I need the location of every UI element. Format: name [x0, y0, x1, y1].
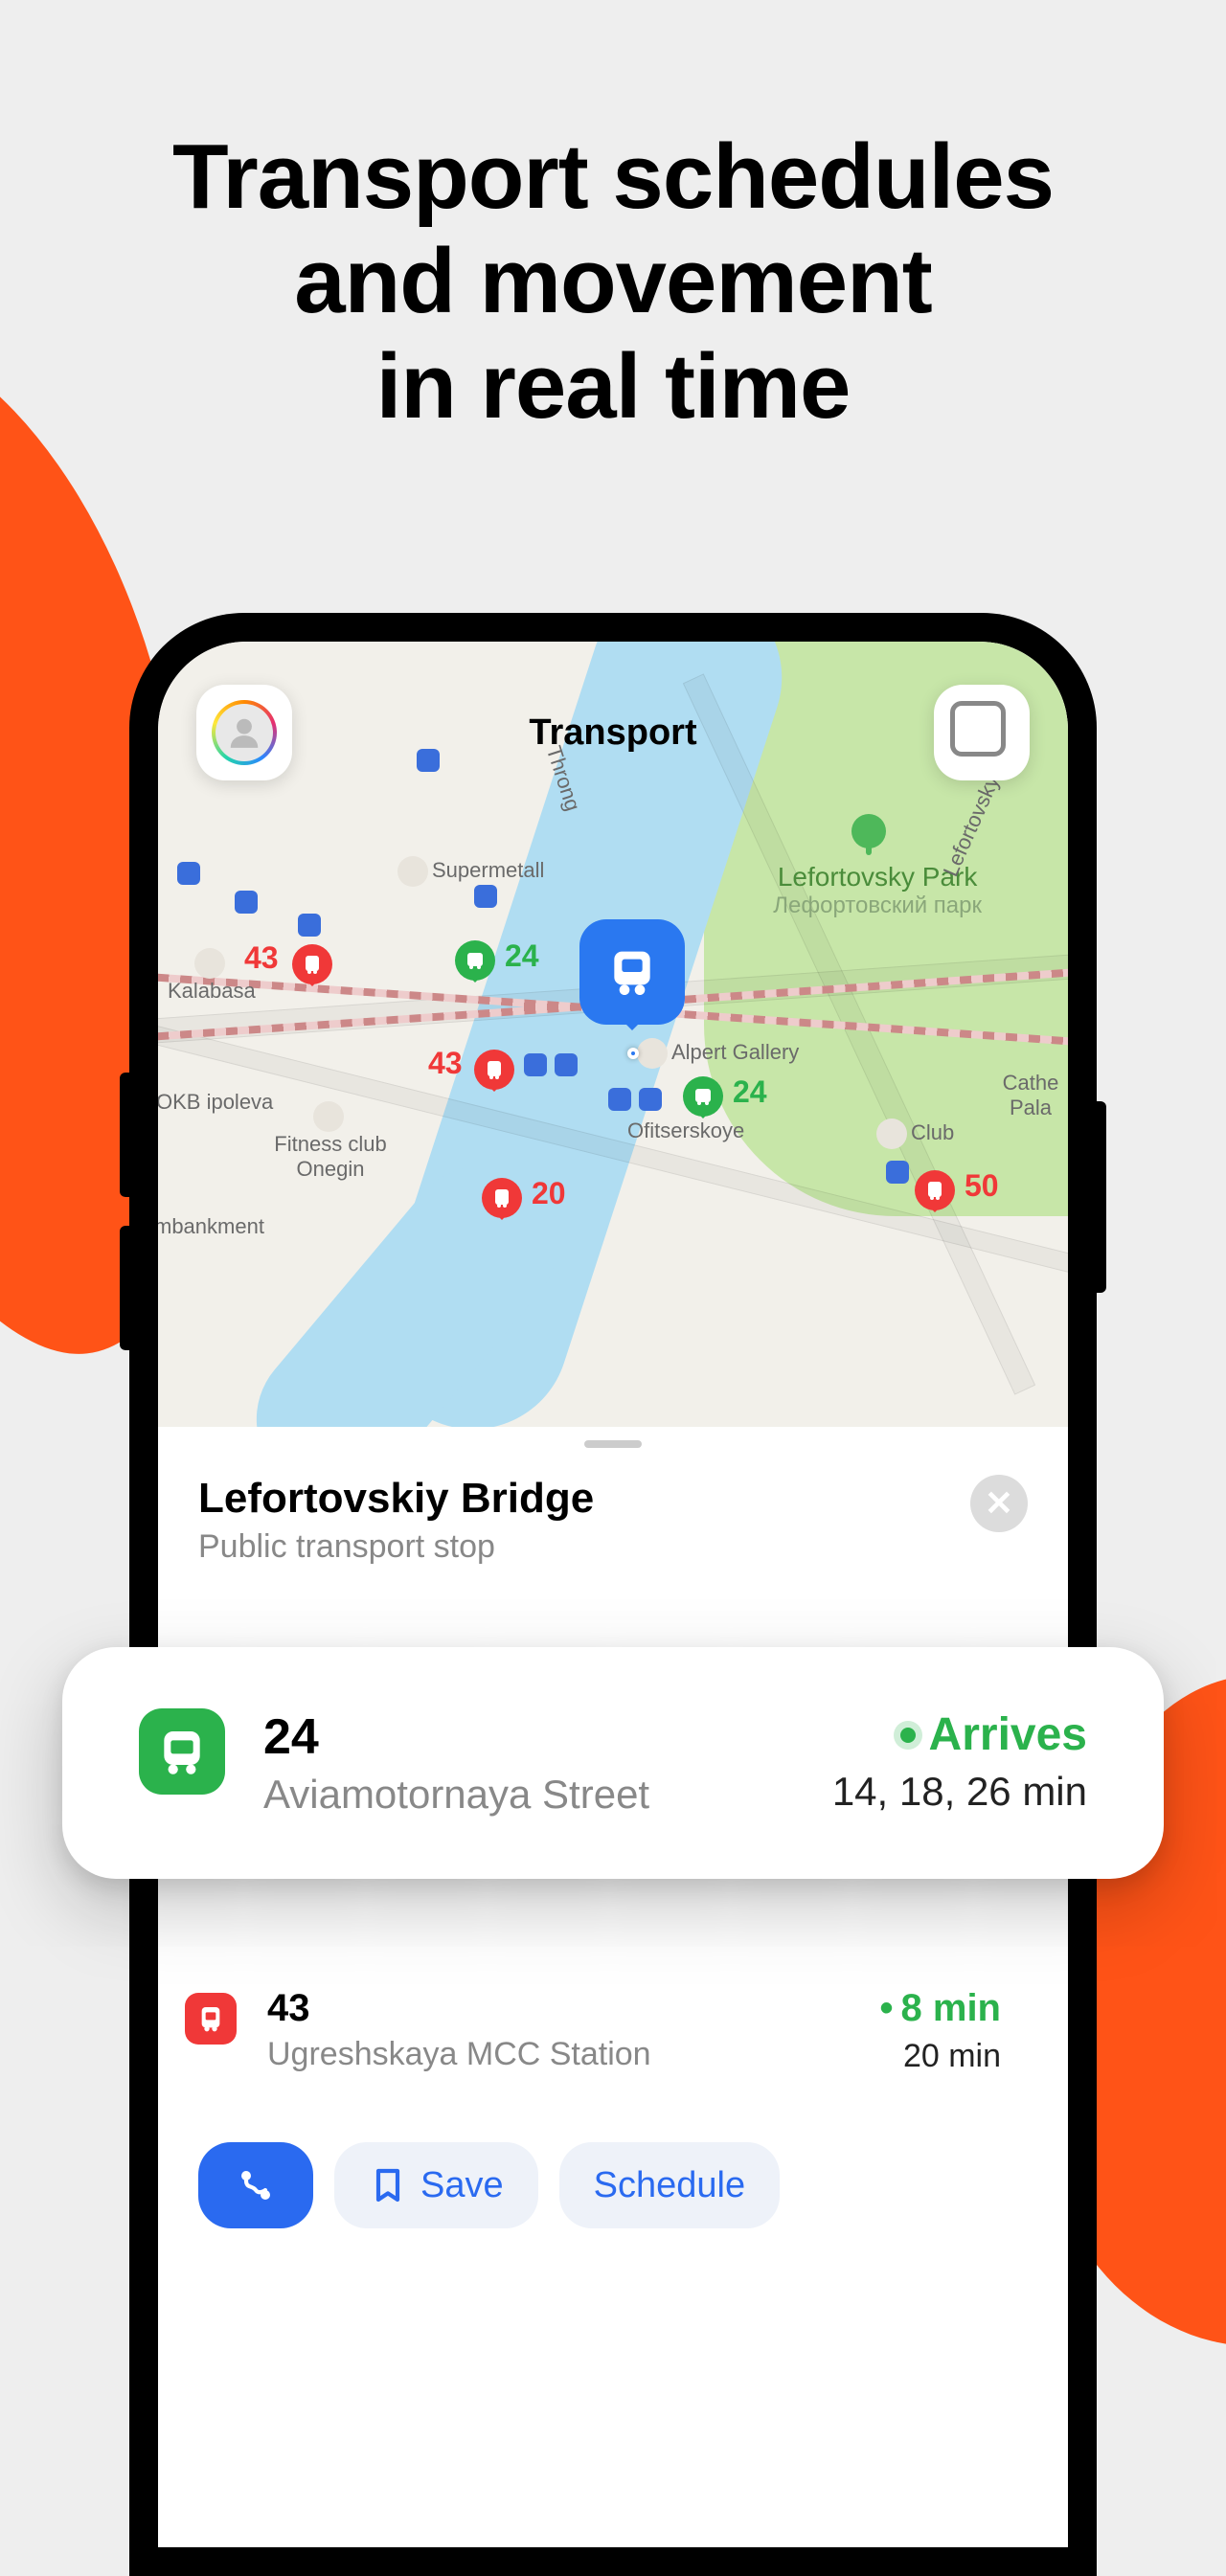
tram-stop-icon — [602, 941, 663, 1003]
selected-stop-marker[interactable] — [579, 919, 685, 1025]
phone-frame: Lefortovsky Park Лефортовский парк Super… — [129, 613, 1097, 2576]
avatar-ring — [212, 700, 277, 765]
bus-icon — [139, 1708, 225, 1795]
stop-icon[interactable] — [177, 862, 200, 885]
route-item-43[interactable]: 43 Ugreshskaya MCC Station •8 min 20 min — [158, 1949, 1068, 2113]
stop-subtitle: Public transport stop — [198, 1528, 594, 1566]
vehicle-label: 24 — [733, 1074, 767, 1110]
vehicle-label: 50 — [965, 1168, 999, 1204]
poi-embankment: mbankment — [158, 1214, 264, 1239]
park-name-ru: Лефортовский парк — [773, 893, 982, 919]
vehicle-label: 43 — [428, 1046, 463, 1081]
poi-supermetall: Supermetall — [397, 856, 544, 887]
stop-icon[interactable] — [555, 1053, 578, 1076]
vehicle-marker-tram-43[interactable] — [292, 944, 332, 984]
close-button[interactable]: ✕ — [970, 1475, 1028, 1532]
save-button[interactable]: Save — [334, 2142, 538, 2228]
stop-icon[interactable] — [524, 1053, 547, 1076]
map-header: Transport — [158, 685, 1068, 780]
poi-okb: OKB ipoleva — [158, 1090, 273, 1115]
stop-header: Lefortovskiy Bridge Public transport sto… — [158, 1427, 1068, 1585]
profile-button[interactable] — [196, 685, 292, 780]
arrives-label: Arrives — [929, 1708, 1087, 1761]
route-times: •8 min 20 min — [880, 1987, 1002, 2075]
vehicle-label: 20 — [532, 1176, 566, 1211]
route-next-time: 8 min — [901, 1987, 1001, 2029]
route-destination: Aviamotornaya Street — [263, 1772, 794, 1818]
route-number: 43 — [267, 1987, 850, 2030]
stop-icon[interactable] — [474, 885, 497, 908]
layers-button[interactable] — [934, 685, 1030, 780]
bottom-sheet: Lefortovskiy Bridge Public transport sto… — [158, 1427, 1068, 2547]
tram-icon — [185, 1993, 237, 2045]
park-tree-icon — [851, 814, 886, 848]
heading-line-1: Transport schedules — [0, 124, 1226, 229]
stop-icon[interactable] — [298, 914, 321, 937]
stop-icon[interactable] — [608, 1088, 631, 1111]
layers-icon — [959, 710, 1005, 756]
poi-cathe: Cathe Pala — [988, 1071, 1068, 1120]
volume-down-button — [120, 1226, 129, 1350]
save-label: Save — [420, 2165, 504, 2206]
stop-icon[interactable] — [886, 1161, 909, 1184]
route-icon — [237, 2166, 275, 2204]
route-destination: Ugreshskaya MCC Station — [267, 2036, 850, 2073]
schedule-button[interactable]: Schedule — [559, 2142, 780, 2228]
schedule-label: Schedule — [594, 2165, 745, 2206]
volume-up-button — [120, 1073, 129, 1197]
route-arrival-times: 14, 18, 26 min — [832, 1769, 1087, 1815]
stop-title: Lefortovskiy Bridge — [198, 1475, 594, 1523]
heading-line-2: and movement — [0, 229, 1226, 333]
stop-icon[interactable] — [235, 891, 258, 914]
vehicle-label: 43 — [244, 940, 279, 976]
bookmark-icon — [369, 2166, 407, 2204]
stop-icon[interactable] — [639, 1088, 662, 1111]
close-icon: ✕ — [985, 1483, 1013, 1524]
vehicle-marker-tram-43b[interactable] — [474, 1050, 514, 1090]
promo-heading: Transport schedules and movement in real… — [0, 124, 1226, 439]
vehicle-label: 24 — [505, 938, 539, 974]
drag-handle[interactable] — [584, 1440, 642, 1448]
vehicle-marker-bus-24[interactable] — [455, 940, 495, 981]
vehicle-marker-tram-50[interactable] — [915, 1170, 955, 1210]
heading-line-3: in real time — [0, 334, 1226, 439]
map-view[interactable]: Lefortovsky Park Лефортовский парк Super… — [158, 642, 1068, 1427]
poi-club: Club — [876, 1119, 954, 1149]
user-location-dot — [627, 1048, 639, 1059]
vehicle-marker-bus-24b[interactable] — [683, 1076, 723, 1117]
poi-fitness: Fitness club Onegin — [263, 1101, 397, 1182]
poi-kalabasa: Kalabasa — [168, 948, 256, 1004]
live-dot-icon — [900, 1728, 916, 1743]
power-button — [1097, 1101, 1106, 1293]
vehicle-marker-tram-20[interactable] — [482, 1178, 522, 1218]
route-later-time: 20 min — [880, 2038, 1002, 2075]
route-button[interactable] — [198, 2142, 313, 2228]
poi-alpert: Alpert Gallery — [637, 1038, 799, 1069]
phone-screen: Lefortovsky Park Лефортовский парк Super… — [158, 642, 1068, 2547]
poi-ofitserskoye: Ofitserskoye — [627, 1119, 744, 1143]
map-title: Transport — [529, 712, 696, 754]
route-number: 24 — [263, 1708, 794, 1766]
highlighted-route-card[interactable]: 24 Aviamotornaya Street Arrives 14, 18, … — [62, 1647, 1164, 1879]
route-times: Arrives 14, 18, 26 min — [832, 1708, 1087, 1815]
actions-row: Save Schedule — [158, 2113, 1068, 2257]
avatar-icon — [216, 704, 273, 761]
